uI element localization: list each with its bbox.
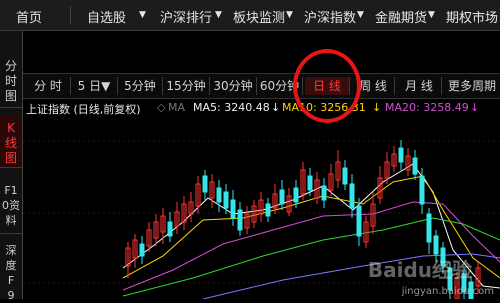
sidebar-tab-f10[interactable]: F10资料 (0, 177, 22, 234)
ma-settings-icon[interactable]: ◇ (157, 101, 165, 114)
tab-monthly[interactable]: 月 线 (397, 77, 442, 95)
candle-body (293, 187, 299, 203)
nav-options[interactable]: 期权市场 (446, 7, 498, 26)
nav-ranking[interactable]: 沪深排行 (160, 7, 212, 26)
sidebar-tab-intraday[interactable]: 分时图 (0, 53, 22, 108)
candle-body (419, 175, 425, 205)
candle-body (265, 203, 271, 217)
nav-dropdown-icon[interactable]: ▼ (215, 10, 222, 20)
candle-body (230, 199, 236, 219)
down-arrow-icon: ↓ (470, 101, 480, 114)
candle-body (398, 147, 404, 163)
nav-sector-monitor[interactable]: 板块监测 (233, 7, 285, 26)
nav-futures[interactable]: 金融期货 (375, 7, 427, 26)
candle-body (426, 213, 432, 243)
tab-30min[interactable]: 30分钟 (210, 77, 257, 95)
tab-5min[interactable]: 5分钟 (118, 77, 163, 95)
highlight-circle (293, 49, 361, 123)
nav-dropdown-icon[interactable]: ▼ (357, 10, 364, 20)
nav-dropdown-icon[interactable]: ▼ (286, 10, 293, 20)
candle-body (223, 191, 229, 209)
watermark-logo: Baidu经验 (367, 258, 472, 282)
tab-5day[interactable]: 5 日▼ (71, 77, 118, 95)
top-nav: 首页 自选股 ▼ 沪深排行 ▼ 板块监测 ▼ 沪深指数 ▼ 金融期货 ▼ 期权市… (0, 0, 500, 31)
period-tabs: 分 时 5 日▼ 5分钟 15分钟 30分钟 60分钟 日 线 周 线 月 线 … (23, 73, 500, 99)
nav-dropdown-icon[interactable]: ▼ (139, 10, 146, 20)
sidebar-tab-kline[interactable]: K线图 (0, 115, 22, 168)
candle-body (412, 157, 418, 175)
sidebar-tab-label: 分时图 (4, 59, 17, 103)
candle-body (433, 235, 439, 255)
ma-label: MA (168, 101, 186, 114)
nav-divider (70, 6, 71, 24)
left-sidebar: 分时图 K线图 F10资料 深度F9 (0, 31, 23, 302)
down-arrow-icon: ↓ (271, 101, 281, 114)
sidebar-tab-label: 深度F9 (5, 244, 17, 302)
candle-body (202, 175, 208, 193)
candle-body (139, 243, 145, 257)
ma5-value: MA5: 3240.48 (193, 101, 270, 114)
candle-body (349, 183, 355, 209)
candle-body (342, 167, 348, 185)
tab-more-periods[interactable]: 更多周期 (444, 77, 500, 95)
nav-dropdown-icon[interactable]: ▼ (428, 10, 435, 20)
nav-home[interactable]: 首页 (16, 7, 42, 26)
chart-title: 上证指数 (日线,前复权) (26, 103, 141, 116)
candle-body (307, 175, 313, 191)
candle-body (237, 209, 243, 231)
sidebar-tab-label: F10资料 (2, 184, 20, 227)
nav-watchlist[interactable]: 自选股 (87, 7, 126, 26)
sidebar-tab-label: K线图 (4, 121, 17, 165)
ma20-value: MA20: 3258.49 (385, 101, 469, 114)
candle-body (321, 185, 327, 201)
candle-body (279, 189, 285, 205)
candle-body (216, 187, 222, 203)
tab-15min[interactable]: 15分钟 (163, 77, 210, 95)
tab-intraday[interactable]: 分 时 (26, 77, 71, 95)
watermark-url: jingyan.baidu.com (401, 286, 494, 297)
candle-body (356, 205, 362, 237)
nav-index[interactable]: 沪深指数 (304, 7, 356, 26)
down-arrow-icon: ↓ (372, 101, 382, 114)
candle-body (167, 221, 173, 237)
sidebar-tab-depth[interactable]: 深度F9 (0, 237, 22, 302)
